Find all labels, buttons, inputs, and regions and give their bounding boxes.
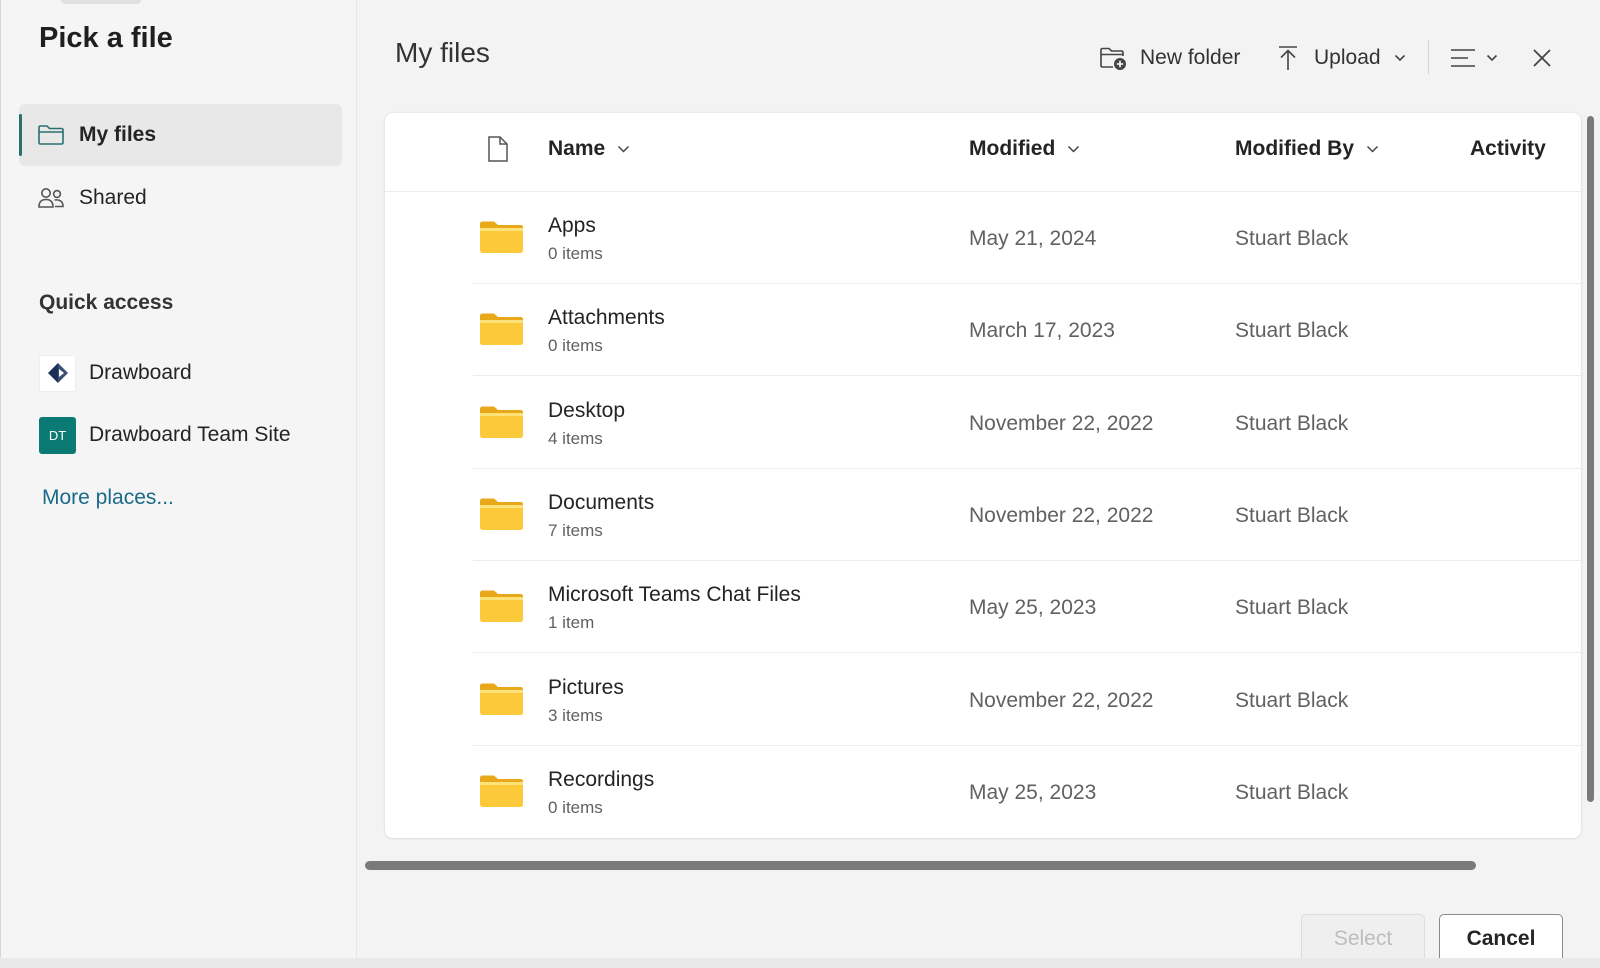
column-header-modified[interactable]: Modified (969, 137, 1080, 161)
new-folder-label: New folder (1140, 46, 1241, 69)
chevron-down-icon (1366, 145, 1379, 153)
file-list-header: Name Modified Modified By Activity (385, 113, 1581, 192)
active-indicator (19, 114, 22, 156)
file-name: Apps (548, 214, 596, 237)
table-row[interactable]: Attachments 0 items March 17, 2023 Stuart B… (385, 284, 1581, 377)
window-handle (61, 0, 141, 4)
folder-icon (480, 590, 523, 623)
picker-title: Pick a file (39, 22, 173, 54)
sidebar: Pick a file My files Shared Quick access… (0, 0, 357, 968)
chevron-down-icon (618, 145, 630, 153)
chevron-down-icon (1394, 54, 1405, 62)
item-count: 0 items (548, 244, 603, 263)
file-list: Name Modified Modified By Activity Apps 0… (385, 113, 1581, 838)
item-count: 4 items (548, 428, 603, 448)
modified-date: March 17, 2023 (969, 319, 1115, 343)
file-name: Documents (548, 490, 655, 514)
item-count: 7 items (548, 520, 603, 540)
horizontal-scrollbar[interactable] (365, 861, 1476, 870)
bottom-edge (0, 958, 1600, 968)
modified-by: Stuart Black (1235, 688, 1349, 712)
modified-date: November 22, 2022 (969, 503, 1154, 527)
chevron-down-icon (1486, 54, 1498, 62)
modified-by: Stuart Black (1235, 596, 1349, 620)
modified-date: May 25, 2023 (969, 780, 1097, 804)
toolbar-divider (1428, 40, 1429, 74)
file-name: Attachments (548, 306, 665, 330)
table-row[interactable]: Recordings 0 items May 25, 2023 Stuart Blac… (385, 746, 1581, 838)
modified-by: Stuart Black (1235, 503, 1349, 527)
new-folder-button[interactable]: New folder (1099, 40, 1240, 76)
column-header-activity[interactable]: Activity (1470, 137, 1546, 161)
modified-date: November 22, 2022 (969, 688, 1154, 712)
folder-icon (38, 125, 64, 145)
cancel-button[interactable]: Cancel (1439, 914, 1563, 964)
table-row[interactable]: Desktop 4 items November 22, 2022 Stuart Bl… (385, 377, 1581, 469)
view-options-button[interactable] (1450, 40, 1498, 76)
page-title: My files (395, 37, 490, 68)
vertical-scrollbar[interactable] (1587, 116, 1594, 802)
select-button[interactable]: Select (1301, 914, 1425, 964)
folder-icon (480, 221, 523, 253)
folder-icon (480, 406, 523, 438)
sidebar-item-shared[interactable]: Shared (19, 167, 342, 229)
column-header-modified-by[interactable]: Modified By (1235, 137, 1379, 161)
drawboard-logo-icon (39, 354, 76, 392)
item-count: 0 items (548, 336, 603, 356)
quick-access-heading: Quick access (39, 291, 174, 314)
sidebar-item-my-files[interactable]: My files (19, 104, 342, 166)
file-name: Recordings (548, 767, 655, 791)
file-name: Desktop (548, 398, 626, 422)
upload-icon (1279, 46, 1297, 70)
file-name: Microsoft Teams Chat Files (548, 583, 801, 607)
people-icon (38, 188, 64, 208)
sidebar-item-label: My files (79, 123, 157, 146)
modified-by: Stuart Black (1235, 319, 1349, 343)
close-button[interactable] (1532, 40, 1552, 76)
modified-date: November 22, 2022 (969, 411, 1154, 435)
file-type-icon[interactable] (487, 135, 509, 163)
modified-by: Stuart Black (1235, 780, 1349, 804)
item-count: 0 items (548, 797, 603, 817)
item-count: 1 item (548, 613, 595, 633)
quick-access-drawboard-team-site[interactable]: DT Drawboard Team Site (39, 415, 291, 455)
upload-button[interactable]: Upload (1277, 40, 1406, 76)
table-row[interactable]: Documents 7 items November 22, 2022 Stuart … (385, 469, 1581, 561)
table-row[interactable]: Apps 0 items May 21, 2024 Stuart Black (385, 192, 1581, 284)
column-label: Modified By (1235, 137, 1354, 160)
table-row[interactable]: Microsoft Teams Chat Files 1 item May 25, … (385, 561, 1581, 654)
folder-icon (480, 498, 523, 530)
file-name: Pictures (548, 675, 624, 699)
quick-access-label: Drawboard (89, 361, 192, 384)
chevron-down-icon (1068, 145, 1080, 153)
modified-date: May 21, 2024 (969, 227, 1097, 250)
list-view-icon (1451, 49, 1475, 67)
folder-icon (480, 683, 523, 715)
modified-date: May 25, 2023 (969, 596, 1097, 620)
column-label: Activity (1470, 137, 1546, 160)
modified-by: Stuart Black (1235, 411, 1349, 435)
column-label: Name (548, 137, 606, 160)
folder-icon (480, 775, 523, 807)
site-initials-icon: DT (39, 416, 76, 454)
table-row[interactable]: Pictures 3 items November 22, 2022 Stuart B… (385, 654, 1581, 746)
close-icon (1533, 49, 1551, 67)
upload-label: Upload (1314, 46, 1381, 69)
quick-access-drawboard[interactable]: Drawboard (39, 353, 192, 393)
modified-by: Stuart Black (1235, 227, 1349, 250)
column-header-name[interactable]: Name (548, 137, 630, 161)
sidebar-item-label: Shared (79, 186, 147, 209)
column-label: Modified (969, 137, 1056, 160)
new-folder-icon (1100, 47, 1126, 70)
more-places-link[interactable]: More places... (42, 486, 174, 510)
folder-icon (480, 313, 523, 346)
quick-access-label: Drawboard Team Site (89, 423, 291, 446)
item-count: 3 items (548, 705, 603, 725)
